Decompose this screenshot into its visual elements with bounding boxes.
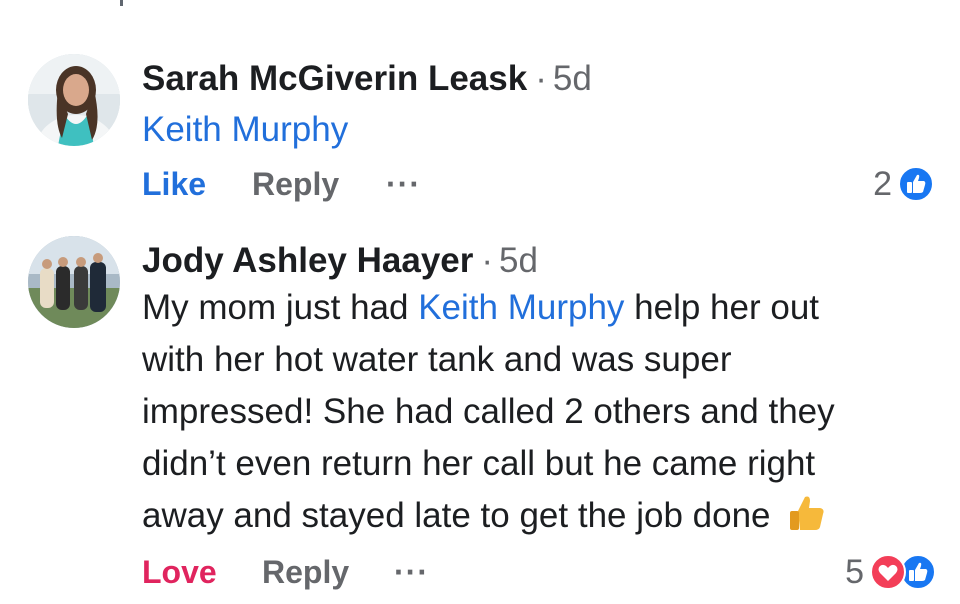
comment-actions: Love Reply ··· 5: [142, 550, 936, 594]
comment-text: Keith Murphy: [142, 104, 920, 156]
comment-line: impressed! She had called 2 others and t…: [142, 392, 835, 431]
comment-line: My mom just had Keith Murphy help her ou…: [142, 282, 920, 334]
mention-link[interactable]: Keith Murphy: [142, 110, 348, 149]
reply-button[interactable]: Reply: [252, 162, 339, 206]
love-button[interactable]: Love: [142, 550, 217, 594]
avatar[interactable]: [28, 54, 120, 146]
more-options-button[interactable]: ···: [394, 550, 429, 594]
comment-text: My mom just had Keith Murphy help her ou…: [142, 282, 920, 548]
more-options-button[interactable]: ···: [386, 162, 421, 206]
reaction-summary[interactable]: 5: [845, 550, 936, 594]
timestamp[interactable]: 5d: [499, 241, 538, 280]
love-reaction-icon: [870, 554, 906, 590]
thread-line: [120, 0, 123, 6]
mention-link[interactable]: Keith Murphy: [418, 288, 624, 327]
comment-header: Jody Ashley Haayer · 5d: [142, 240, 920, 282]
avatar[interactable]: [28, 236, 120, 328]
author-name[interactable]: Jody Ashley Haayer: [142, 241, 473, 280]
like-reaction-icon: [898, 166, 934, 202]
reaction-count: 5: [845, 553, 864, 591]
reaction-summary[interactable]: 2: [873, 162, 934, 206]
reaction-count: 2: [873, 165, 892, 203]
comment-line: with her hot water tank and was super: [142, 340, 732, 379]
timestamp[interactable]: 5d: [553, 59, 592, 98]
avatar-photo-icon: [28, 54, 120, 146]
comment-text-span: away and stayed late to get the job done: [142, 496, 771, 535]
separator-dot: ·: [481, 241, 494, 280]
author-name[interactable]: Sarah McGiverin Leask: [142, 59, 527, 98]
comment-line: didn’t even return her call but he came …: [142, 444, 816, 483]
thumbs-up-emoji-icon: [788, 493, 826, 548]
like-button[interactable]: Like: [142, 162, 206, 206]
separator-dot: ·: [535, 59, 547, 98]
avatar-photo-icon: [28, 236, 120, 328]
comment-text-span: help her out: [624, 288, 820, 327]
comment-line: away and stayed late to get the job done: [142, 490, 920, 548]
comment-header: Sarah McGiverin Leask · 5d: [142, 58, 920, 100]
comment-actions: Like Reply ··· 2: [142, 162, 934, 206]
comment-text-span: My mom just had: [142, 288, 419, 327]
reply-button[interactable]: Reply: [262, 550, 349, 594]
